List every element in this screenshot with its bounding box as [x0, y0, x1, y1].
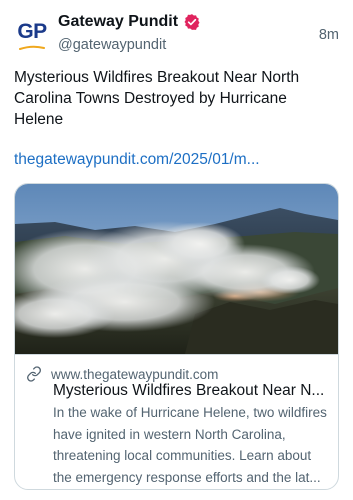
display-name[interactable]: Gateway Pundit: [58, 13, 178, 31]
post-header: GP Gateway Pundit @gatewaypundit 8m: [0, 0, 353, 60]
link-icon: [27, 366, 41, 382]
post[interactable]: GP Gateway Pundit @gatewaypundit 8m Myst…: [0, 0, 353, 500]
card-description: In the wake of Hurricane Helene, two wil…: [53, 405, 327, 485]
card-title[interactable]: Mysterious Wildfires Breakout Near N...: [53, 381, 329, 401]
name-row: Gateway Pundit: [58, 13, 201, 31]
timestamp[interactable]: 8m: [319, 27, 339, 43]
card-divider: [15, 354, 338, 355]
card-meta: www.thegatewaypundit.com: [26, 366, 218, 382]
avatar-logo-text: GP: [17, 20, 47, 43]
avatar[interactable]: GP: [14, 16, 50, 52]
handle[interactable]: @gatewaypundit: [58, 37, 166, 53]
post-text: Mysterious Wildfires Breakout Near North…: [14, 69, 300, 128]
card-domain[interactable]: www.thegatewaypundit.com: [51, 367, 218, 382]
card-image[interactable]: [15, 184, 338, 354]
verified-badge-icon: [184, 14, 200, 30]
avatar-swoosh-icon: [19, 45, 45, 50]
post-link[interactable]: thegatewaypundit.com/2025/01/m...: [14, 149, 339, 170]
link-preview-card[interactable]: www.thegatewaypundit.com Mysterious Wild…: [14, 183, 339, 490]
wildfire-photo: [15, 184, 338, 354]
